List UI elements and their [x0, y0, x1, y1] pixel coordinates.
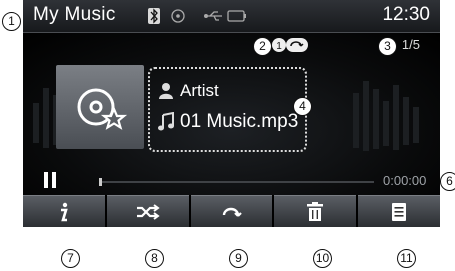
- status-icons: [148, 8, 288, 24]
- music-screen: 1 5 6 My Music: [0, 0, 455, 271]
- bluetooth-icon: [148, 8, 160, 24]
- callout-11: 11: [397, 249, 416, 268]
- song-info-box[interactable]: Artist 01 Music.mp3: [148, 67, 307, 152]
- shuffle-icon: [136, 204, 160, 220]
- callout-8: 8: [145, 249, 164, 268]
- song-file-name: 01 Music.mp3: [180, 111, 299, 132]
- now-playing-area: 1 2 1/5 3 Artist 01 Music.mp3 4 0:00:00: [23, 33, 440, 195]
- callout-1: 1: [2, 12, 21, 31]
- progress-bar[interactable]: [99, 181, 374, 183]
- callout-6: 6: [440, 172, 455, 191]
- song-row: 01 Music.mp3: [158, 111, 298, 133]
- disc-star-icon: [77, 88, 128, 130]
- display-area: My Music 12:30 1 2 1/5 3 Artist 01 Music…: [23, 0, 440, 227]
- pause-button[interactable]: [41, 170, 59, 190]
- usb-icon: [204, 11, 222, 21]
- repeat-icon: [223, 207, 243, 217]
- callout-2: 2: [253, 37, 272, 56]
- artist-name: Artist: [180, 81, 219, 100]
- delete-button[interactable]: [274, 195, 357, 227]
- status-bar: My Music 12:30: [23, 0, 440, 33]
- list-icon: [392, 203, 407, 221]
- bottom-button-bar: [23, 195, 440, 227]
- music-note-icon: [158, 112, 174, 131]
- playback-row: 0:00:00: [23, 168, 440, 194]
- callout-10: 10: [313, 249, 332, 268]
- shuffle-button[interactable]: [106, 195, 189, 227]
- info-button[interactable]: [23, 195, 105, 227]
- elapsed-time: 0:00:00: [383, 173, 427, 188]
- disc-status-icon: [171, 9, 185, 23]
- repeat-one-badge: 1: [272, 38, 308, 52]
- album-art[interactable]: [56, 65, 144, 149]
- svg-text:1: 1: [276, 41, 282, 52]
- info-icon: [60, 202, 68, 222]
- clock: 12:30: [382, 4, 430, 25]
- callout-7: 7: [61, 249, 80, 268]
- progress-knob[interactable]: [99, 178, 102, 186]
- callout-9: 9: [229, 249, 248, 268]
- callout-3: 3: [378, 37, 397, 56]
- list-button[interactable]: [358, 195, 440, 227]
- artist-row: Artist: [158, 81, 219, 101]
- trash-icon: [307, 202, 324, 221]
- repeat-button[interactable]: [190, 195, 273, 227]
- app-title: My Music: [33, 4, 116, 25]
- battery-icon: [227, 10, 246, 22]
- track-position: 1/5: [401, 37, 420, 52]
- person-icon: [159, 83, 173, 99]
- callout-4: 4: [293, 97, 312, 116]
